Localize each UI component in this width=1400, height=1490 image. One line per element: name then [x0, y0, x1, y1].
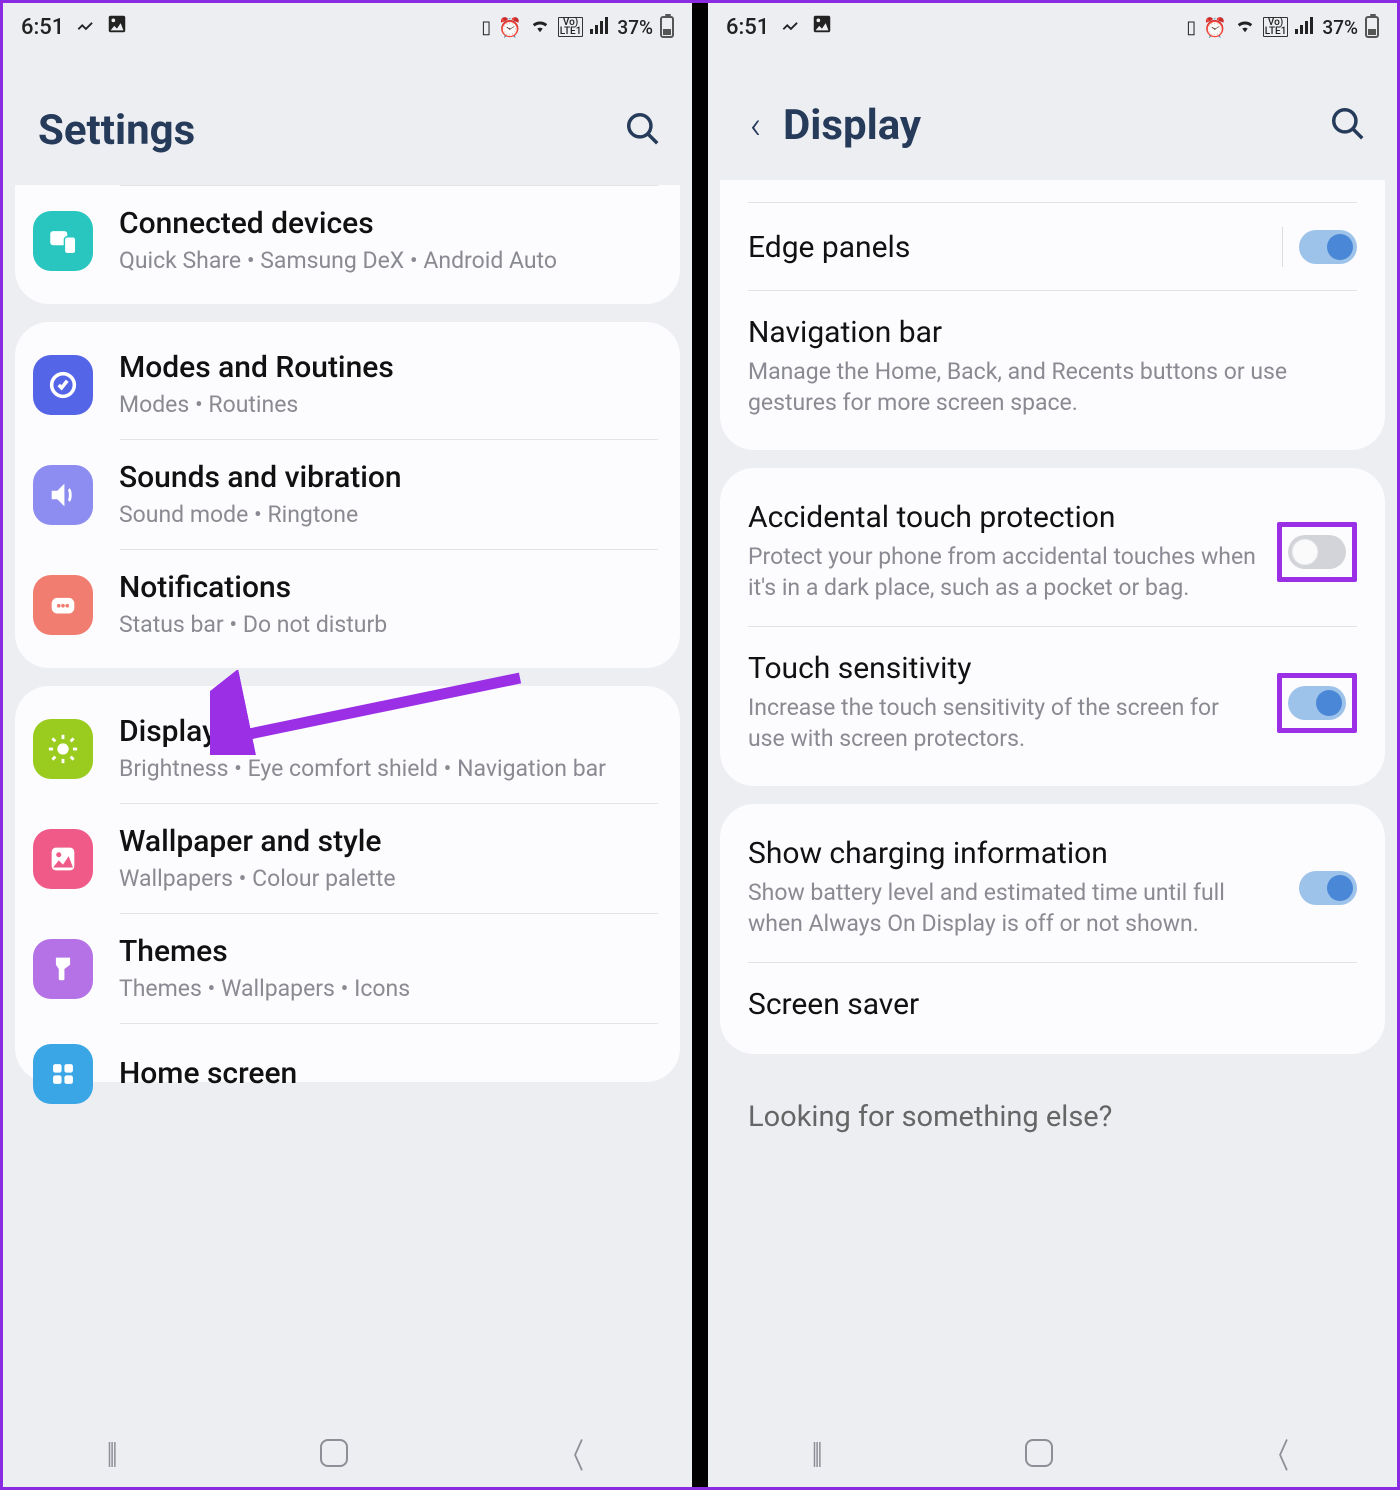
nav-bar: ||| 〈 [3, 1419, 692, 1487]
list-item-label: Themes [119, 934, 658, 969]
wallpaper-icon [33, 829, 93, 889]
display-icon [33, 719, 93, 779]
list-item-display[interactable]: Display Brightness • Eye comfort shield … [15, 694, 680, 804]
nav-recents-button[interactable]: ||| [106, 1436, 114, 1471]
nav-back-button[interactable]: 〈 [1265, 1429, 1289, 1478]
remote-icon: ▯ [1186, 17, 1196, 38]
list-item-sublabel: Modes • Routines [119, 389, 658, 420]
list-item-sublabel: Quick Share • Samsung DeX • Android Auto [119, 245, 658, 276]
nav-bar: ||| 〈 [708, 1419, 1397, 1487]
devices-icon [33, 211, 93, 271]
list-item-label: Home screen [119, 1056, 658, 1091]
setting-label: Accidental touch protection [748, 500, 1257, 535]
themes-icon [33, 939, 93, 999]
list-item-home-screen[interactable]: Home screen [15, 1024, 680, 1074]
status-bar: 6:51 ▯ ⏰ Vo)LTE1 37% [3, 3, 692, 51]
setting-sublabel: Show battery level and estimated time un… [748, 877, 1279, 939]
battery-pct: 37% [1322, 16, 1358, 39]
toggle-separator [1282, 227, 1283, 267]
picture-icon [106, 13, 128, 41]
list-item-connected-devices[interactable]: Connected devices Quick Share • Samsung … [15, 186, 680, 296]
accidental-touch-toggle[interactable] [1288, 535, 1346, 569]
setting-label: Screen saver [748, 987, 1337, 1022]
settings-list: Connected devices Quick Share • Samsung … [3, 185, 692, 1419]
list-item-label: Wallpaper and style [119, 824, 658, 859]
setting-edge-panels[interactable]: Edge panels [720, 203, 1385, 291]
list-item-sounds[interactable]: Sounds and vibration Sound mode • Ringto… [15, 440, 680, 550]
right-phone: 6:51 ▯ ⏰ Vo)LTE1 37% ‹ Display [708, 3, 1397, 1487]
list-item-sublabel: Brightness • Eye comfort shield • Naviga… [119, 753, 658, 784]
setting-sublabel: Increase the touch sensitivity of the sc… [748, 692, 1257, 754]
list-item-sublabel: Wallpapers • Colour palette [119, 863, 658, 894]
nav-home-button[interactable] [320, 1439, 348, 1467]
setting-label: Edge panels [748, 230, 1256, 265]
setting-label: Show charging information [748, 836, 1279, 871]
notifications-icon [33, 575, 93, 635]
left-header: Settings [3, 51, 692, 185]
wifi-icon [529, 16, 551, 39]
setting-screen-saver[interactable]: Screen saver [720, 963, 1385, 1046]
charging-info-toggle[interactable] [1299, 871, 1357, 905]
setting-touch-sensitivity[interactable]: Touch sensitivity Increase the touch sen… [720, 627, 1385, 778]
lte-icon: Vo)LTE1 [558, 17, 584, 37]
list-item-modes[interactable]: Modes and Routines Modes • Routines [15, 330, 680, 440]
list-item-label: Sounds and vibration [119, 460, 658, 495]
status-bar: 6:51 ▯ ⏰ Vo)LTE1 37% [708, 3, 1397, 51]
list-item-wallpaper[interactable]: Wallpaper and style Wallpapers • Colour … [15, 804, 680, 914]
missed-call-icon [779, 13, 801, 41]
setting-accidental-touch[interactable]: Accidental touch protection Protect your… [720, 476, 1385, 627]
highlight-box [1277, 673, 1357, 733]
list-item-themes[interactable]: Themes Themes • Wallpapers • Icons [15, 914, 680, 1024]
signal-icon [1295, 16, 1315, 39]
missed-call-icon [74, 13, 96, 41]
list-item-sublabel: Themes • Wallpapers • Icons [119, 973, 658, 1004]
remote-icon: ▯ [481, 17, 491, 38]
setting-charging-info[interactable]: Show charging information Show battery l… [720, 812, 1385, 963]
nav-home-button[interactable] [1025, 1439, 1053, 1467]
highlight-box [1277, 522, 1357, 582]
left-phone: 6:51 ▯ ⏰ Vo)LTE1 37% Settings [3, 3, 692, 1487]
setting-navigation-bar[interactable]: Navigation bar Manage the Home, Back, an… [720, 291, 1385, 442]
page-title: Settings [38, 106, 195, 155]
list-item-label: Display [119, 714, 658, 749]
modes-icon [33, 355, 93, 415]
list-item-label: Modes and Routines [119, 350, 658, 385]
nav-recents-button[interactable]: ||| [811, 1436, 819, 1471]
picture-icon [811, 13, 833, 41]
right-header: ‹ Display [708, 51, 1397, 180]
touch-sensitivity-toggle[interactable] [1288, 686, 1346, 720]
setting-sublabel: Protect your phone from accidental touch… [748, 541, 1257, 603]
battery-pct: 37% [617, 16, 653, 39]
battery-icon [1365, 16, 1379, 38]
nav-back-button[interactable]: 〈 [560, 1429, 584, 1478]
status-time: 6:51 [726, 15, 769, 40]
list-item-notifications[interactable]: Notifications Status bar • Do not distur… [15, 550, 680, 660]
lte-icon: Vo)LTE1 [1263, 17, 1289, 37]
list-item-sublabel: Status bar • Do not disturb [119, 609, 658, 640]
setting-label: Touch sensitivity [748, 651, 1257, 686]
sound-icon [33, 465, 93, 525]
edge-panels-toggle[interactable] [1299, 230, 1357, 264]
signal-icon [590, 16, 610, 39]
display-settings-list: _ Edge panels Navigation bar Manage the … [708, 180, 1397, 1419]
alarm-icon: ⏰ [1203, 16, 1227, 39]
search-icon[interactable] [1329, 105, 1367, 147]
home-screen-icon [33, 1044, 93, 1104]
list-item-label: Notifications [119, 570, 658, 605]
status-time: 6:51 [21, 15, 64, 40]
search-icon[interactable] [624, 110, 662, 152]
list-item-label: Connected devices [119, 206, 658, 241]
list-item-sublabel: Sound mode • Ringtone [119, 499, 658, 530]
back-button[interactable]: ‹ [728, 104, 783, 148]
page-title: Display [783, 101, 921, 150]
setting-sublabel: Manage the Home, Back, and Recents butto… [748, 356, 1337, 418]
alarm-icon: ⏰ [498, 16, 522, 39]
setting-label: Navigation bar [748, 315, 1337, 350]
battery-icon [660, 16, 674, 38]
wifi-icon [1234, 16, 1256, 39]
looking-for-something: Looking for something else? [720, 1072, 1385, 1134]
